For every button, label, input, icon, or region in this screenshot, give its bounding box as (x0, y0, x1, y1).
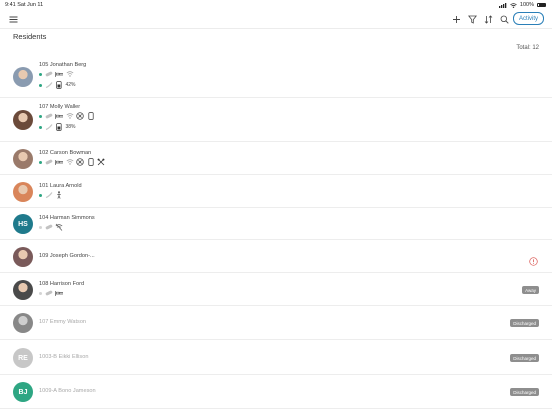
avatar-initials: RE (18, 354, 28, 362)
bed-icon (55, 158, 63, 166)
resident-name[interactable]: 108 Harrison Ford (39, 281, 84, 287)
resident-row[interactable]: RE 1003-B Eikki Ellison Discharged (0, 340, 552, 375)
hamburger-menu-icon[interactable] (6, 12, 20, 26)
status-icon-row: 42% (39, 81, 76, 89)
battery-icon (537, 2, 546, 8)
avatar: RE (13, 348, 33, 368)
resident-row[interactable]: 108 Harrison Ford Away (0, 273, 552, 306)
resident-name[interactable]: 1003-B Eikki Ellison (39, 354, 88, 360)
wifi-icon (66, 70, 74, 78)
resident-name[interactable]: 104 Harman Simmons (39, 215, 95, 221)
person-standing-icon (55, 191, 63, 199)
status-dot (39, 225, 42, 229)
status-dot (39, 114, 42, 118)
search-icon[interactable] (497, 12, 511, 26)
status-icon-row (39, 70, 74, 78)
resident-name[interactable]: 107 Molly Waller (39, 104, 80, 110)
bed-icon (55, 112, 63, 120)
resident-row[interactable]: 107 Molly Waller 38% (0, 98, 552, 142)
resident-row[interactable]: BJ 1009-A Bono Jameson Discharged (0, 375, 552, 409)
status-icon-row (39, 158, 105, 166)
status-icon-row (39, 223, 63, 231)
status-icon-row: 38% (39, 123, 76, 131)
avatar (13, 149, 33, 169)
sensor-icon (45, 191, 53, 199)
toolbar-divider (0, 28, 552, 29)
bed-icon (55, 70, 63, 78)
avatar: HS (13, 214, 33, 234)
tools-icon (97, 158, 105, 166)
page-title: Residents (13, 32, 47, 41)
wifi-status-icon (510, 2, 517, 8)
avatar (13, 247, 33, 267)
avatar-initials: BJ (18, 388, 28, 396)
avatar (13, 280, 33, 300)
avatar (13, 67, 33, 87)
bed-icon (55, 289, 63, 297)
battery-percent: 100% (519, 2, 534, 8)
avatar (13, 182, 33, 202)
status-icon-row (39, 191, 63, 199)
avatar (13, 110, 33, 130)
resident-row[interactable]: 105 Jonathan Berg 42% (0, 56, 552, 98)
phone-battery-icon (55, 123, 63, 131)
phone-icon (87, 112, 95, 120)
status-dot (39, 125, 42, 129)
status-badge: Discharged (510, 354, 539, 362)
status-time: 9:41 Sat Jun 11 (5, 2, 44, 8)
plus-icon[interactable] (449, 12, 463, 26)
signal-icon (498, 2, 507, 8)
status-icon-row (39, 289, 63, 297)
wifi-icon (66, 112, 74, 120)
resident-row[interactable]: 102 Carson Bowman (0, 142, 552, 175)
total-count: Total: 12 (516, 45, 539, 51)
pill-icon (45, 158, 53, 166)
pill-icon (45, 70, 53, 78)
status-dot (39, 193, 42, 197)
avatar-initials: HS (18, 220, 28, 228)
sensor-icon (45, 81, 53, 89)
activity-button[interactable]: Activity (512, 12, 544, 25)
pill-icon (45, 289, 53, 297)
sort-icon[interactable] (481, 12, 495, 26)
resident-row[interactable]: HS 104 Harman Simmons (0, 208, 552, 240)
status-dot (39, 72, 42, 76)
phone-icon (87, 158, 95, 166)
status-indicators: 100% (498, 2, 546, 8)
no-entry-icon (76, 112, 84, 120)
avatar (13, 313, 33, 333)
status-badge: Discharged (510, 319, 539, 327)
filter-icon[interactable] (465, 12, 479, 26)
resident-name[interactable]: 102 Carson Bowman (39, 150, 91, 156)
resident-name[interactable]: 1009-A Bono Jameson (39, 388, 96, 394)
pill-icon (45, 112, 53, 120)
status-bar: 9:41 Sat Jun 11 100% (0, 0, 552, 10)
phone-battery-icon (55, 81, 63, 89)
battery-level: 38% (65, 124, 76, 130)
sensor-icon (45, 123, 53, 131)
status-dot (39, 160, 42, 164)
avatar: BJ (13, 382, 33, 402)
top-toolbar: Activity (0, 10, 552, 28)
status-icon-row (39, 112, 95, 120)
wifi-icon (66, 158, 74, 166)
status-badge: Discharged (510, 388, 539, 396)
resident-row[interactable]: 107 Emmy Watson Discharged (0, 306, 552, 340)
pill-icon (45, 223, 53, 231)
status-dot (39, 291, 42, 295)
resident-name[interactable]: 109 Joseph Gordon-... (39, 253, 95, 259)
status-dot (39, 83, 42, 87)
status-badge: Away (522, 286, 539, 294)
row-divider (0, 408, 552, 409)
resident-name[interactable]: 107 Emmy Watson (39, 319, 86, 325)
resident-name[interactable]: 105 Jonathan Berg (39, 62, 86, 68)
no-entry-icon (76, 158, 84, 166)
alert-circle-icon[interactable] (529, 253, 538, 266)
resident-name[interactable]: 101 Laura Arnold (39, 183, 82, 189)
battery-level: 42% (65, 82, 76, 88)
no-wifi-icon (55, 223, 63, 231)
resident-row[interactable]: 109 Joseph Gordon-... (0, 240, 552, 273)
resident-row[interactable]: 101 Laura Arnold (0, 175, 552, 208)
